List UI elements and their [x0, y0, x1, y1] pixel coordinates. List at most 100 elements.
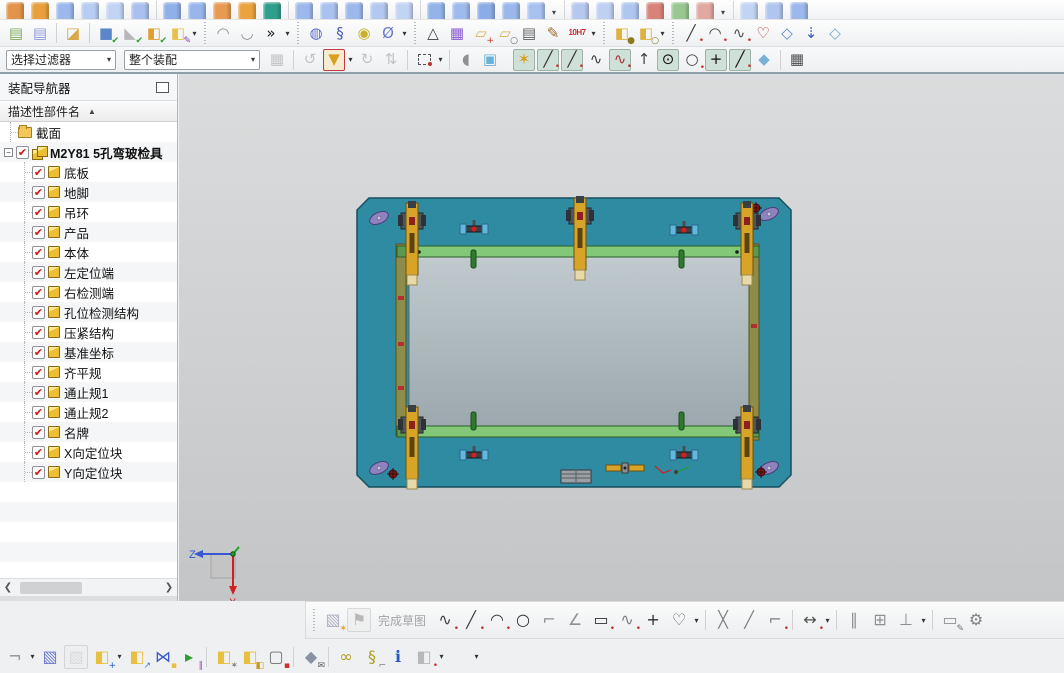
- toolbar-icon-partial[interactable]: [765, 2, 784, 19]
- visibility-checkbox[interactable]: ✔: [16, 145, 29, 159]
- arc-icon[interactable]: ◠ •: [485, 608, 511, 634]
- add-component-icon[interactable]: ◧ +: [90, 645, 116, 670]
- snap-spline-pole-icon[interactable]: ∿ •: [609, 48, 632, 71]
- toolbar-icon-partial[interactable]: [596, 2, 615, 19]
- line-tool-icon[interactable]: ╱ •: [680, 22, 704, 46]
- tree-item-Y向定位块[interactable]: ✔ Y向定位块: [0, 462, 177, 482]
- tree-item-齐平规[interactable]: ✔ 齐平规: [0, 362, 177, 382]
- examine-geometry-icon[interactable]: ■ ✔: [95, 22, 119, 46]
- visibility-checkbox[interactable]: ✔: [32, 245, 45, 259]
- toolbar-drag-handle[interactable]: [413, 22, 417, 44]
- toolbar-icon-partial[interactable]: [56, 2, 74, 19]
- wcs-triad[interactable]: Z X: [189, 546, 240, 609]
- delete-spring-icon[interactable]: Ø: [377, 22, 399, 44]
- section-view-icon[interactable]: ▣: [479, 49, 501, 71]
- tree-item-产品[interactable]: ✔ 产品: [0, 222, 177, 242]
- toolbar-icon-partial[interactable]: [646, 2, 665, 19]
- exploded-views-icon[interactable]: ◧ •: [412, 645, 438, 670]
- snap-point-icon[interactable]: +: [705, 48, 727, 71]
- toolbar-drag-handle[interactable]: [312, 609, 316, 631]
- model-canvas[interactable]: Z X: [179, 74, 1064, 609]
- graphics-window[interactable]: Z X: [179, 74, 1064, 609]
- marquee-select-icon[interactable]: [413, 49, 435, 71]
- visibility-checkbox[interactable]: ✔: [32, 225, 45, 239]
- snap-midpoint-icon[interactable]: ╱ •: [561, 48, 584, 71]
- scroll-left-icon[interactable]: ❮: [0, 582, 16, 593]
- tree-item-X向定位块[interactable]: ✔ X向定位块: [0, 442, 177, 462]
- pattern-curve-icon[interactable]: ∿ •: [615, 608, 641, 634]
- visibility-checkbox[interactable]: ✔: [32, 445, 45, 459]
- tree-item-名牌[interactable]: ✔ 名牌: [0, 422, 177, 442]
- tolerance-search-icon-dropdown[interactable]: ▾: [589, 29, 598, 38]
- spring-icon[interactable]: §: [329, 22, 351, 44]
- visibility-checkbox[interactable]: ✔: [32, 465, 45, 479]
- assembly-more-right[interactable]: [447, 645, 471, 669]
- points-folder-icon[interactable]: ▱ +: [470, 22, 494, 46]
- replace-component-icon[interactable]: ◧ ✶: [212, 645, 238, 670]
- wave-geometry-linker-icon[interactable]: ◆ ✉: [299, 645, 325, 670]
- line-icon[interactable]: ╱ •: [459, 608, 485, 634]
- unlock-components-icon[interactable]: ◧ ○: [635, 22, 659, 46]
- grid-snap-icon[interactable]: ▦: [786, 49, 808, 71]
- toolbar-icon-partial[interactable]: [621, 2, 640, 19]
- model-pin[interactable]: [470, 249, 477, 269]
- project-curve-icon[interactable]: ⇣: [800, 22, 822, 44]
- move-component-icon[interactable]: ◧ ↗: [125, 645, 151, 670]
- toolbar-icon-partial[interactable]: [502, 2, 520, 19]
- toolbar-icon-partial[interactable]: [106, 2, 124, 19]
- model-pin[interactable]: [470, 411, 477, 431]
- shaded-cap-icon[interactable]: ◖: [455, 49, 477, 71]
- visibility-checkbox[interactable]: ✔: [32, 165, 45, 179]
- snap-existing-point-icon[interactable]: ╱ •: [729, 48, 752, 71]
- visibility-checkbox[interactable]: ✔: [32, 205, 45, 219]
- toolbar-icon-partial[interactable]: [163, 2, 181, 19]
- circle-icon[interactable]: ○: [511, 608, 535, 632]
- reset-orientation-icon[interactable]: ↻: [356, 49, 378, 71]
- make-corner-icon[interactable]: ⌐ •: [763, 608, 789, 634]
- component-sequence-icon[interactable]: ▢ ▪: [264, 645, 290, 670]
- layer-settings-icon[interactable]: ▤: [29, 22, 51, 44]
- toolbar-icon-partial[interactable]: [696, 2, 715, 19]
- open-component-icon[interactable]: ▧: [64, 644, 88, 669]
- toolbar-drag-handle[interactable]: [671, 22, 675, 44]
- triangle-mesh-icon[interactable]: △: [422, 22, 444, 44]
- model-pin[interactable]: [678, 249, 685, 269]
- quick-extend-icon[interactable]: ╱: [737, 608, 761, 632]
- toolbar-icon-partial[interactable]: [395, 2, 413, 19]
- selection-filter-combo[interactable]: 选择过滤器 ▾: [6, 49, 116, 70]
- snap-enable-icon[interactable]: ✶: [513, 48, 535, 71]
- toolbar-icon-partial[interactable]: [790, 2, 809, 19]
- part-names-icon-dropdown[interactable]: ▾: [190, 29, 199, 38]
- toolbar-icon-partial[interactable]: [31, 2, 49, 19]
- parallel-constraint-icon[interactable]: ∥: [842, 608, 866, 632]
- toolbar-icon-partial[interactable]: [131, 2, 149, 19]
- closed-curve-icon[interactable]: ♡: [752, 22, 774, 44]
- ellipse-conic-icon[interactable]: ♡: [667, 608, 691, 632]
- verify-tool-icon[interactable]: ◣ ✔: [119, 22, 143, 46]
- toolbar-icon-partial[interactable]: [6, 2, 24, 19]
- sketch-settings-icon[interactable]: ⚙: [964, 608, 988, 632]
- rectangle-icon[interactable]: ▭ •: [589, 608, 615, 634]
- visibility-checkbox[interactable]: ✔: [32, 265, 45, 279]
- assembly-more-left[interactable]: ¬: [3, 645, 27, 669]
- snap-quadrant-icon[interactable]: ○ •: [681, 49, 705, 73]
- rapid-dimension-icon-dropdown[interactable]: ▾: [823, 616, 832, 625]
- face-analysis-icon[interactable]: ◡: [236, 22, 258, 44]
- toolbar-icon-partial[interactable]: [452, 2, 470, 19]
- toolbar-drag-handle[interactable]: [203, 22, 207, 44]
- horizontal-scrollbar[interactable]: ❮ ❯: [0, 578, 177, 596]
- dropdown-arrow[interactable]: ▾: [721, 8, 725, 17]
- quick-trim-icon[interactable]: ╳: [711, 608, 735, 632]
- visibility-checkbox[interactable]: ✔: [32, 365, 45, 379]
- visibility-checkbox[interactable]: ✔: [32, 385, 45, 399]
- point-icon[interactable]: +: [641, 608, 665, 632]
- model-left-rail[interactable]: [395, 243, 407, 437]
- toolbar-icon-partial[interactable]: [370, 2, 388, 19]
- fillet-icon[interactable]: ⌐: [537, 608, 561, 632]
- tree-item-截面[interactable]: 截面: [0, 122, 177, 142]
- profile-icon[interactable]: ∿ •: [433, 608, 459, 634]
- toolbar-icon-partial[interactable]: [238, 2, 256, 19]
- holes-folder-icon[interactable]: ▱ ○: [494, 22, 518, 46]
- toolbar-icon-partial[interactable]: [188, 2, 206, 19]
- handles-icon[interactable]: ⇅: [380, 49, 402, 71]
